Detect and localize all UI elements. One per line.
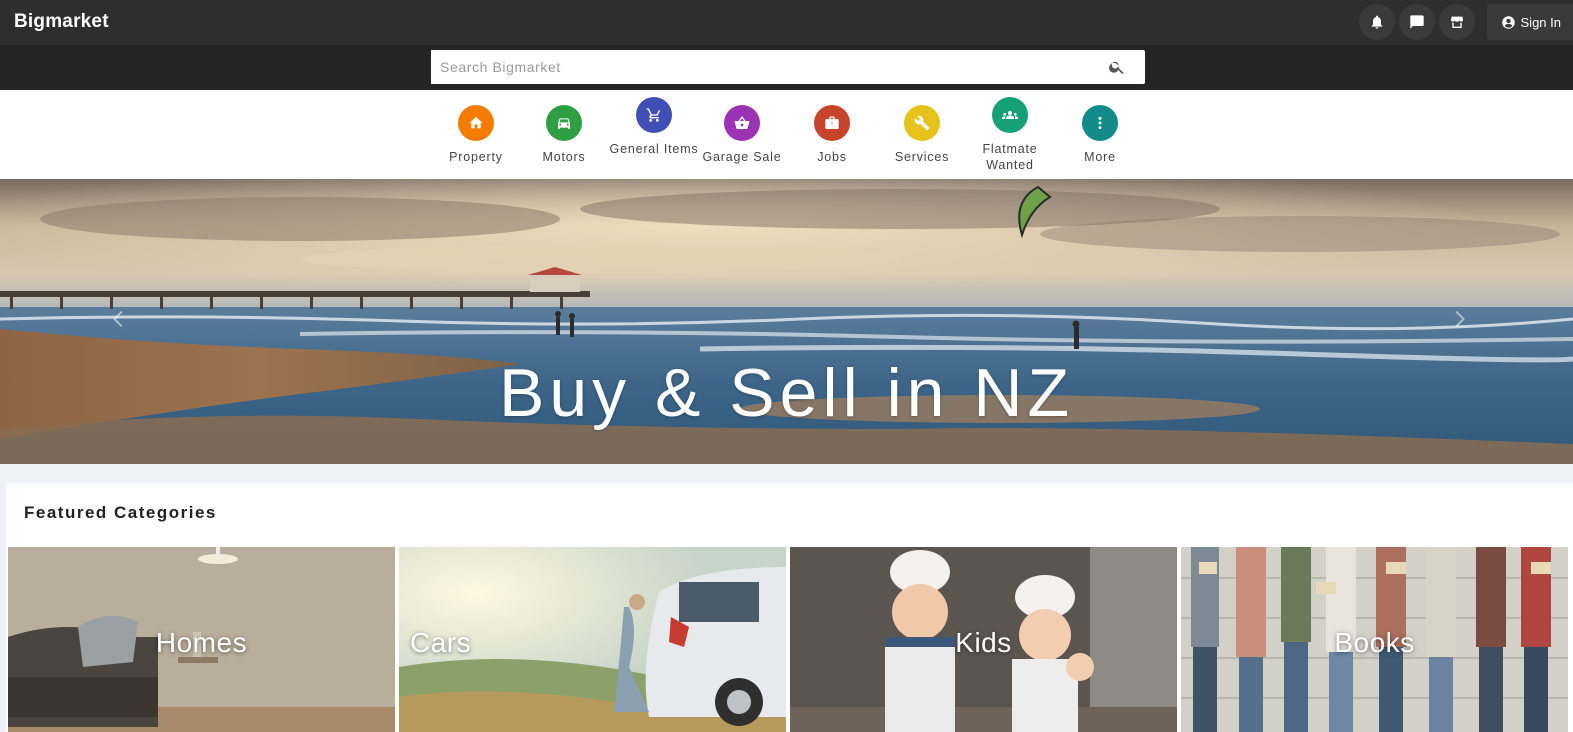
featured-tile-homes[interactable]: Homes	[8, 547, 395, 732]
carousel-next-button[interactable]	[1444, 304, 1474, 334]
brand-logo[interactable]: Bigmarket	[14, 11, 109, 33]
featured-tile-kids[interactable]: Kids	[790, 547, 1177, 732]
category-label: More	[1084, 150, 1116, 164]
basket-icon	[734, 116, 750, 129]
notifications-button[interactable]	[1358, 4, 1395, 40]
car-icon	[558, 118, 570, 129]
store-button[interactable]	[1438, 4, 1475, 40]
chevron-left-icon	[113, 311, 123, 327]
category-general-items[interactable]: General Items	[609, 97, 699, 157]
chevron-right-icon	[1455, 311, 1465, 327]
category-label: Motors	[542, 150, 586, 164]
featured-categories-section: Featured Categories Homes Cars Kids Book…	[6, 483, 1573, 732]
category-label: Jobs	[817, 150, 847, 164]
search-box	[431, 50, 1145, 84]
hero-banner: Buy & Sell in NZ	[0, 179, 1573, 464]
search-icon	[1109, 61, 1124, 75]
category-services[interactable]: Services	[877, 105, 967, 165]
group-icon	[1002, 111, 1018, 119]
category-label: Flatmate Wanted	[982, 142, 1038, 172]
category-icon-circle	[636, 97, 672, 133]
category-more[interactable]: More	[1055, 105, 1145, 165]
signin-button[interactable]: Sign In	[1486, 4, 1573, 40]
category-label: Services	[894, 150, 950, 164]
category-jobs[interactable]: Jobs	[787, 105, 877, 165]
chat-icon	[1409, 15, 1424, 29]
category-label: Property	[449, 150, 503, 164]
signin-label: Sign In	[1520, 14, 1561, 30]
category-icon-circle	[992, 97, 1028, 133]
category-icon-circle	[904, 105, 940, 141]
category-nav: Property Motors General Items Garage Sal…	[0, 90, 1573, 179]
section-title: Featured Categories	[24, 503, 217, 522]
cart-icon	[646, 108, 661, 122]
category-property[interactable]: Property	[431, 105, 521, 165]
briefcase-icon	[825, 116, 839, 129]
search-strip	[0, 45, 1573, 90]
hero-title: Buy & Sell in NZ	[498, 355, 1075, 431]
category-garage-sale[interactable]: Garage Sale	[697, 105, 787, 165]
category-icon-circle	[458, 105, 494, 141]
more-vertical-icon	[1098, 116, 1102, 130]
tile-label: Books	[1334, 627, 1415, 658]
wrench-icon	[914, 115, 930, 131]
category-icon-circle	[546, 105, 582, 141]
top-navbar: Bigmarket Sign In	[0, 0, 1573, 45]
category-icon-circle	[724, 105, 760, 141]
search-input[interactable]	[431, 50, 1071, 84]
category-flatmate-wanted[interactable]: Flatmate Wanted	[965, 97, 1055, 173]
bell-icon	[1371, 15, 1382, 29]
home-icon	[469, 117, 483, 129]
category-label: Garage Sale	[702, 150, 782, 164]
category-label: General Items	[609, 142, 699, 156]
user-circle-icon	[1501, 15, 1515, 29]
tile-label: Cars	[410, 627, 472, 658]
search-button[interactable]	[1108, 58, 1126, 76]
featured-tile-books[interactable]: Books	[1181, 547, 1568, 732]
tile-label: Homes	[155, 627, 248, 658]
carousel-prev-button[interactable]	[104, 304, 134, 334]
category-motors[interactable]: Motors	[519, 105, 609, 165]
category-icon-circle	[814, 105, 850, 141]
header-actions: Sign In	[1358, 4, 1573, 40]
store-icon	[1450, 16, 1463, 28]
category-icon-circle	[1082, 105, 1118, 141]
messages-button[interactable]	[1398, 4, 1435, 40]
tile-label: Kids	[955, 627, 1012, 658]
featured-tile-cars[interactable]: Cars	[399, 547, 786, 732]
